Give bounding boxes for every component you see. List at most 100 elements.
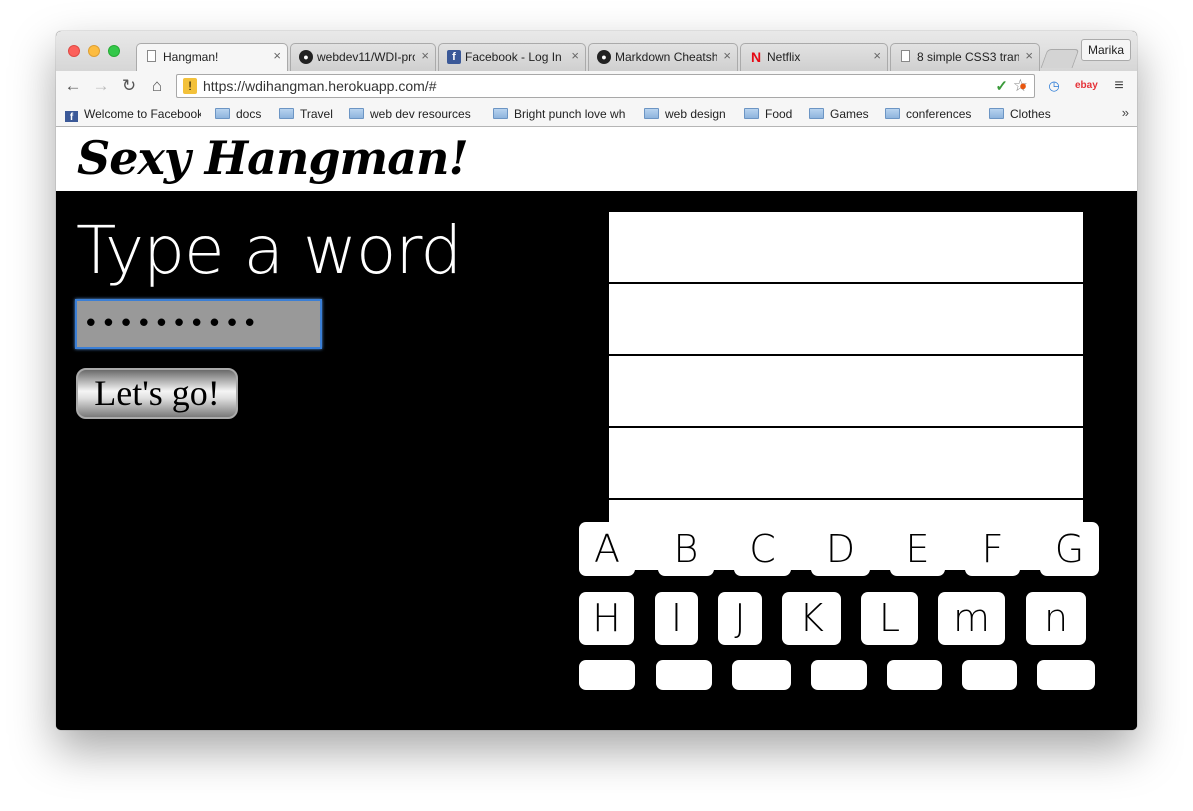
clock-extension-icon[interactable]: ◷ <box>1044 76 1064 96</box>
folder-icon <box>989 108 1004 119</box>
bookmark-travel[interactable]: Travel <box>279 106 333 122</box>
folder-icon <box>744 108 759 119</box>
secret-word-input[interactable]: •••••••••• <box>75 299 322 349</box>
letter-key-k[interactable]: K <box>782 592 841 645</box>
site-header: Sexy Hangman! <box>56 127 1137 191</box>
back-arrow-icon[interactable]: ← <box>62 75 84 97</box>
tab-title: Hangman! <box>163 50 219 64</box>
letter-key-f[interactable]: F <box>965 522 1020 576</box>
page-content: Sexy Hangman! Type a word •••••••••• Let… <box>56 127 1137 730</box>
bookmark-clothes[interactable]: Clothes <box>989 106 1051 122</box>
bookmark-label: Bright punch love wh <box>514 107 626 121</box>
letter-key[interactable] <box>1037 660 1095 690</box>
letter-key-j[interactable]: J <box>718 592 762 645</box>
tab-netflix[interactable]: N Netflix × <box>740 43 888 71</box>
letter-key[interactable] <box>656 660 712 690</box>
folder-icon <box>809 108 824 119</box>
bookmark-label: Welcome to Facebook <box>84 107 201 121</box>
tab-markdown[interactable]: ● Markdown Cheatsh × <box>588 43 738 71</box>
letter-key-g[interactable]: G <box>1040 522 1099 576</box>
profile-button[interactable]: Marika <box>1081 39 1131 61</box>
letter-key-h[interactable]: H <box>579 592 634 645</box>
folder-icon <box>885 108 900 119</box>
close-icon[interactable]: × <box>273 49 281 63</box>
fire-extension-icon[interactable]: ● <box>1013 76 1033 96</box>
tab-title: webdev11/WDI-pro <box>317 50 415 64</box>
letter-key[interactable] <box>579 660 635 690</box>
facebook-icon: f <box>447 50 461 64</box>
letter-key-i[interactable]: I <box>655 592 698 645</box>
tab-github-wdi[interactable]: ● webdev11/WDI-pro × <box>290 43 436 71</box>
bookmark-label: conferences <box>906 107 972 121</box>
letter-key-a[interactable]: A <box>579 522 635 576</box>
tab-title: Markdown Cheatsh <box>615 50 717 64</box>
browser-window: Hangman! × ● webdev11/WDI-pro × f Facebo… <box>56 31 1137 730</box>
letter-key[interactable] <box>732 660 791 690</box>
divider-line <box>609 498 1083 500</box>
bookmark-web-design[interactable]: web design <box>644 106 726 122</box>
letter-key-b[interactable]: B <box>658 522 714 576</box>
lets-go-button[interactable]: Let's go! <box>76 368 238 419</box>
bookmark-label: web dev resources <box>370 107 471 121</box>
home-icon[interactable]: ⌂ <box>146 75 168 97</box>
folder-icon <box>493 108 508 119</box>
netflix-icon: N <box>750 49 762 65</box>
document-icon <box>901 50 910 62</box>
document-icon <box>147 50 156 62</box>
forward-arrow-icon[interactable]: → <box>90 75 112 97</box>
bookmark-label: Games <box>830 107 869 121</box>
zoom-window-button[interactable] <box>108 45 120 57</box>
tab-css3[interactable]: 8 simple CSS3 tran × <box>890 43 1040 71</box>
menu-icon[interactable]: ≡ <box>1109 76 1129 96</box>
folder-icon <box>644 108 659 119</box>
bookmark-label: docs <box>236 107 262 121</box>
minimize-window-button[interactable] <box>88 45 100 57</box>
tab-title: Facebook - Log In <box>465 50 562 64</box>
browser-toolbar: ← → ↻ ⌂ ! https://wdihangman.herokuapp.c… <box>56 71 1137 101</box>
bookmark-docs[interactable]: docs <box>215 106 261 122</box>
reload-icon[interactable]: ↻ <box>118 75 140 97</box>
tab-title: Netflix <box>767 50 801 64</box>
bookmark-conferences[interactable]: conferences <box>885 106 971 122</box>
letter-key[interactable] <box>887 660 942 690</box>
close-icon[interactable]: × <box>1025 49 1033 63</box>
grammar-check-icon[interactable]: ✓ <box>995 77 1008 95</box>
bookmark-games[interactable]: Games <box>809 106 869 122</box>
page-title: Sexy Hangman! <box>77 131 469 185</box>
tab-strip: Hangman! × ● webdev11/WDI-pro × f Facebo… <box>56 31 1137 71</box>
letter-key-m[interactable]: m <box>938 592 1005 645</box>
bookmark-bright-punch[interactable]: Bright punch love wh <box>493 106 629 122</box>
bookmark-facebook[interactable]: f Welcome to Facebook <box>65 106 201 122</box>
bookmark-label: web design <box>665 107 726 121</box>
tab-facebook[interactable]: f Facebook - Log In × <box>438 43 586 71</box>
bookmark-web-dev-resources[interactable]: web dev resources <box>349 106 471 122</box>
letter-key[interactable] <box>811 660 867 690</box>
address-bar[interactable]: ! https://wdihangman.herokuapp.com/# ✓ ☆ <box>176 74 1035 98</box>
letter-key-n[interactable]: n <box>1026 592 1086 645</box>
ebay-extension-icon[interactable]: ebay <box>1075 76 1098 96</box>
letter-key-c[interactable]: C <box>734 522 791 576</box>
letter-key-l[interactable]: L <box>861 592 918 645</box>
close-icon[interactable]: × <box>421 49 429 63</box>
tab-hangman[interactable]: Hangman! × <box>136 43 288 71</box>
close-icon[interactable]: × <box>723 49 731 63</box>
divider-line <box>609 354 1083 356</box>
bookmarks-overflow-button[interactable]: » <box>1122 105 1129 120</box>
letter-key-d[interactable]: D <box>811 522 870 576</box>
url-text: https://wdihangman.herokuapp.com/# <box>203 78 437 94</box>
close-window-button[interactable] <box>68 45 80 57</box>
new-tab-button[interactable] <box>1040 49 1080 68</box>
bookmark-food[interactable]: Food <box>744 106 792 122</box>
facebook-icon: f <box>65 111 78 122</box>
close-icon[interactable]: × <box>571 49 579 63</box>
word-prompt: Type a word <box>76 212 462 289</box>
letter-key-e[interactable]: E <box>890 522 945 576</box>
divider-line <box>609 426 1083 428</box>
close-icon[interactable]: × <box>873 49 881 63</box>
divider-line <box>609 282 1083 284</box>
bookmark-label: Travel <box>300 107 333 121</box>
letter-key[interactable] <box>962 660 1017 690</box>
hangman-drawing-area <box>609 212 1083 570</box>
bookmark-label: Food <box>765 107 793 121</box>
folder-icon <box>215 108 230 119</box>
